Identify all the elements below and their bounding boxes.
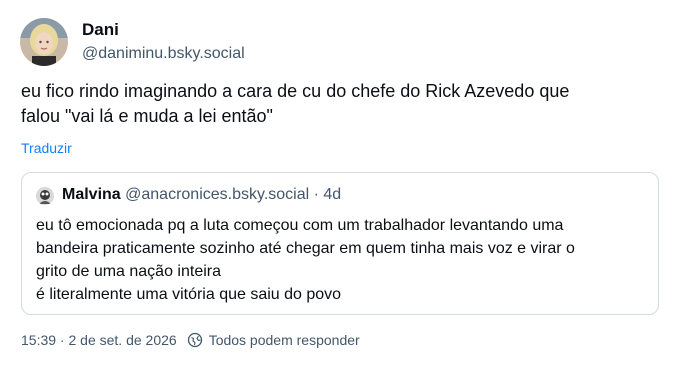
post-thread-item: Dani @daniminu.bsky.social eu fico rindo… [0,0,681,367]
translate-link[interactable]: Traduzir [21,140,72,156]
reply-setting-label[interactable]: Todos podem responder [209,332,360,348]
quoted-avatar-image [36,187,54,205]
globe-icon [187,332,203,348]
author-avatar[interactable] [20,18,68,66]
quoted-author-avatar[interactable] [36,187,54,205]
author-display-name[interactable]: Dani [82,20,119,40]
quoted-post-card[interactable]: Malvina @anacronices.bsky.social · 4d eu… [21,172,659,315]
post-timestamp: 15:39 · 2 de set. de 2026 [21,332,177,348]
quoted-author-display-name[interactable]: Malvina [62,186,121,203]
quoted-post-time[interactable]: 4d [323,186,341,203]
avatar-image [20,18,68,66]
post-footer: 15:39 · 2 de set. de 2026 Todos podem re… [21,332,360,348]
quoted-separator: · [313,186,319,203]
author-handle[interactable]: @daniminu.bsky.social [82,45,245,63]
quoted-post-text: eu tô emocionada pq a luta começou com u… [36,217,575,303]
quoted-author-handle[interactable]: @anacronices.bsky.social [125,186,309,203]
quoted-post-header: Malvina @anacronices.bsky.social · 4d [62,186,341,204]
post-text: eu fico rindo imaginando a cara de cu do… [21,81,570,126]
